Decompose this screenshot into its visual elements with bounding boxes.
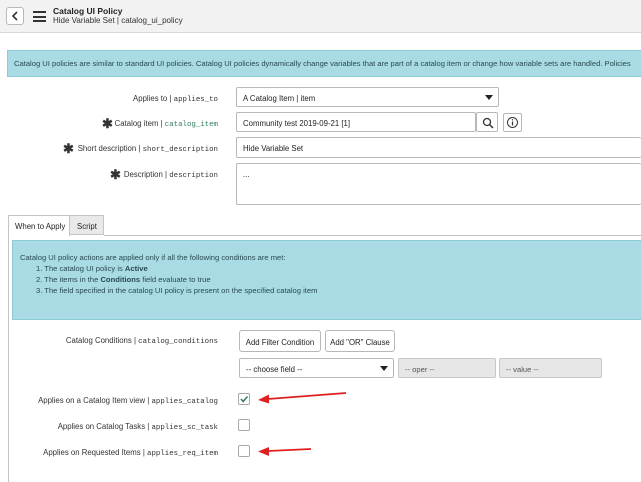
operator-select[interactable]: -- oper -- xyxy=(398,358,496,378)
red-arrow-annotation xyxy=(258,447,312,456)
applies-req-item-label: Applies on Requested Items | applies_req… xyxy=(43,448,218,458)
add-or-clause-button[interactable]: Add "OR" Clause xyxy=(325,330,395,352)
applies-to-label: Applies to | applies_to xyxy=(133,94,218,104)
tab-panel-border xyxy=(8,235,9,482)
applies-sc-task-label: Applies on Catalog Tasks | applies_sc_ta… xyxy=(57,422,218,432)
chevron-left-icon xyxy=(11,11,18,21)
dropdown-caret-icon xyxy=(485,95,493,100)
conditions-info-banner: Catalog UI policy actions are applied on… xyxy=(12,240,641,320)
search-icon xyxy=(482,117,494,129)
applies-sc-task-checkbox[interactable] xyxy=(238,419,250,431)
applies-catalog-checkbox[interactable] xyxy=(238,393,250,405)
value-field[interactable]: -- value -- xyxy=(499,358,602,378)
applies-catalog-label: Applies on a Catalog Item view | applies… xyxy=(38,396,218,406)
short-description-input[interactable]: Hide Variable Set xyxy=(236,137,641,158)
dropdown-caret-icon xyxy=(380,366,388,371)
catalog-conditions-label: Catalog Conditions | catalog_conditions xyxy=(65,336,218,346)
info-banner-text: Catalog UI policies are similar to stand… xyxy=(14,59,631,68)
info-banner: Catalog UI policies are similar to stand… xyxy=(7,50,641,77)
conditions-line-1: 1. The catalog UI policy is Active xyxy=(36,264,148,273)
page-subtitle: Hide Variable Set | catalog_ui_policy xyxy=(53,16,183,25)
tab-script[interactable]: Script xyxy=(70,215,104,235)
info-icon xyxy=(507,117,518,128)
choose-field-select[interactable]: -- choose field -- xyxy=(239,358,394,378)
catalog-item-lookup-button[interactable] xyxy=(476,112,498,132)
conditions-line-3: 3. The field specified in the catalog UI… xyxy=(36,286,318,295)
conditions-intro: Catalog UI policy actions are applied on… xyxy=(20,253,286,262)
short-description-label: Short description | short_description xyxy=(77,144,218,154)
tab-when-to-apply[interactable]: When to Apply xyxy=(8,215,70,236)
applies-req-item-checkbox[interactable] xyxy=(238,445,250,457)
back-button[interactable] xyxy=(6,7,24,25)
add-filter-condition-button[interactable]: Add Filter Condition xyxy=(239,330,321,352)
checkmark-icon xyxy=(240,396,249,403)
required-star-icon: ✱ xyxy=(102,116,113,131)
red-arrow-annotation xyxy=(258,392,347,404)
applies-to-select[interactable]: A Catalog Item | item xyxy=(236,87,499,107)
description-textarea[interactable]: ... xyxy=(236,163,641,205)
catalog-item-info-button[interactable] xyxy=(503,113,522,132)
required-star-icon: ✱ xyxy=(63,141,74,156)
page-title: Catalog UI Policy xyxy=(53,6,123,16)
catalog-item-field[interactable]: Community test 2019-09-21 [1] xyxy=(236,112,476,132)
tab-divider xyxy=(104,235,641,236)
conditions-line-2: 2. The items in the Conditions field eva… xyxy=(36,275,211,284)
hamburger-menu-icon[interactable] xyxy=(33,11,46,22)
catalog-item-label: Catalog item | catalog_item xyxy=(114,119,218,129)
description-label: Description | description xyxy=(123,170,218,180)
